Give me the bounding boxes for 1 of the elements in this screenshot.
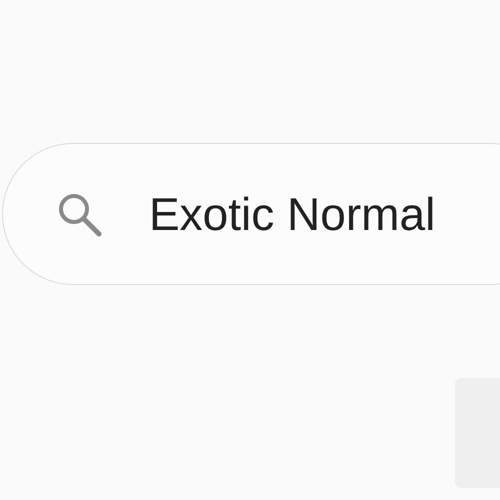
search-field[interactable]: Exotic Normal <box>2 143 500 285</box>
